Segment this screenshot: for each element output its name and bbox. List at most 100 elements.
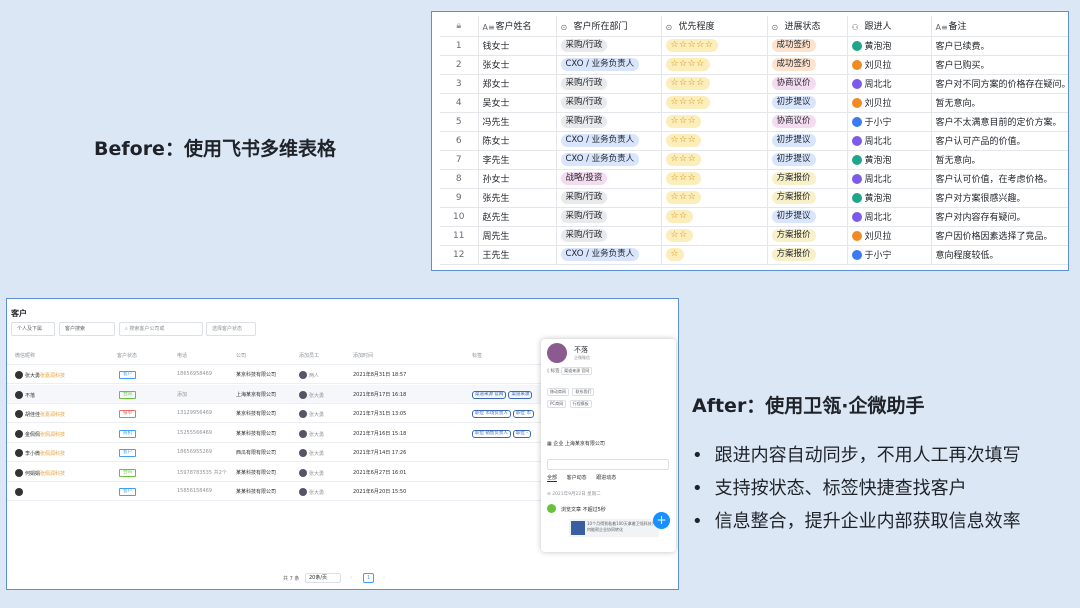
cell-note[interactable]: 客户已续费。 bbox=[931, 36, 1068, 56]
cell-dept[interactable]: 采购/行政 bbox=[556, 74, 662, 94]
cell-name[interactable]: 冯先生 bbox=[478, 112, 557, 132]
table-row[interactable]: 10 赵先生 采购/行政 ☆☆ 初步提议 周北北 客户对内容存有疑问。 bbox=[440, 207, 1068, 227]
cell-note[interactable]: 客户对内容存有疑问。 bbox=[931, 207, 1068, 227]
add-button[interactable]: + bbox=[653, 512, 670, 529]
cell-priority[interactable]: ☆ bbox=[661, 245, 768, 265]
cell-status[interactable]: 方案报价 bbox=[767, 226, 848, 246]
cell-owner[interactable]: 黄泡泡 bbox=[847, 150, 932, 170]
table-row[interactable]: 胡佳佳张嘉润科技 报单 13129956469 某京科技有限公司 张大勇 2021年7月3… bbox=[7, 404, 567, 423]
cell-owner[interactable]: 周北北 bbox=[847, 74, 932, 94]
cell-nickname[interactable]: 何娟娟张佩润科技 bbox=[15, 468, 65, 477]
cell-note[interactable]: 暂无意向。 bbox=[931, 150, 1068, 170]
table-row[interactable]: 2 张女士 CXO / 业务负责人 ☆☆☆☆ 成功签约 刘贝拉 客户已购买。 bbox=[440, 55, 1068, 75]
cell-note[interactable]: 客户认可价值，在考虑价格。 bbox=[931, 169, 1068, 189]
status-select[interactable]: 选择客户状态 bbox=[206, 322, 256, 336]
search-input[interactable]: ⌕ 搜索客户公司或 bbox=[119, 322, 203, 336]
cell-dept[interactable]: 采购/行政 bbox=[556, 188, 662, 208]
cell-dept[interactable]: 采购/行政 bbox=[556, 207, 662, 227]
table-row[interactable]: 6 陈女士 CXO / 业务负责人 ☆☆☆ 初步提议 周北北 客户认可产品的价值。 bbox=[440, 131, 1068, 151]
cell-owner[interactable]: 刘贝拉 bbox=[847, 55, 932, 75]
cell-nickname[interactable]: 金佩佩张佩润科技 bbox=[15, 429, 65, 438]
cell-note[interactable]: 客户已购买。 bbox=[931, 55, 1068, 75]
table-row[interactable]: 4 吴女士 采购/行政 ☆☆☆☆ 初步提议 刘贝拉 暂无意向。 bbox=[440, 93, 1068, 113]
cell-priority[interactable]: ☆☆☆☆ bbox=[661, 74, 768, 94]
panel-chip-contact[interactable]: 联系我们 bbox=[572, 388, 595, 396]
tab-all[interactable]: 全部 bbox=[547, 475, 558, 482]
table-row[interactable]: 1 钱女士 采购/行政 ☆☆☆☆☆ 成功签约 黄泡泡 客户已续费。 bbox=[440, 36, 1068, 56]
cell-name[interactable]: 张先生 bbox=[478, 188, 557, 208]
table-row[interactable]: 11 周先生 采购/行政 ☆☆ 方案报价 刘贝拉 客户因价格因素选择了竞品。 bbox=[440, 226, 1068, 246]
cell-status[interactable]: 方案报价 bbox=[767, 245, 848, 265]
scope-select[interactable]: 个人及下属 bbox=[11, 322, 55, 336]
table-row[interactable]: 张大勇张嘉润科技 客户 18656958469 某京科技有限公司 两人 2021年8月31… bbox=[7, 365, 567, 384]
col-header-priority[interactable]: ⊙ 优先程度 bbox=[661, 16, 768, 37]
cell-name[interactable]: 孙女士 bbox=[478, 169, 557, 189]
panel-chip-pc[interactable]: PC商网 bbox=[547, 400, 567, 408]
cell-name[interactable]: 钱女士 bbox=[478, 36, 557, 56]
cell-owner[interactable]: 黄泡泡 bbox=[847, 36, 932, 56]
table-row[interactable]: 5 冯先生 采购/行政 ☆☆☆ 协商议价 于小宁 客户不太满意目前的定价方案。 bbox=[440, 112, 1068, 132]
cell-nickname[interactable]: 张大勇张嘉润科技 bbox=[15, 371, 65, 379]
cell-nickname[interactable]: 不落 bbox=[15, 390, 35, 399]
label-chip[interactable]: 职位 市场负责人 bbox=[472, 410, 511, 418]
table-row[interactable]: 9 张先生 采购/行政 ☆☆☆ 方案报价 黄泡泡 客户对方案很感兴趣。 bbox=[440, 188, 1068, 208]
cell-nickname[interactable]: 李小微张佩润科技 bbox=[15, 449, 65, 457]
cell-status[interactable]: 方案报价 bbox=[767, 169, 848, 189]
cell-owner[interactable]: 刘贝拉 bbox=[847, 93, 932, 113]
cell-status[interactable]: 协商议价 bbox=[767, 112, 848, 132]
cell-dept[interactable]: CXO / 业务负责人 bbox=[556, 131, 662, 151]
label-chip[interactable]: 职位 销售负责人 bbox=[472, 429, 511, 438]
cell-name[interactable]: 王先生 bbox=[478, 245, 557, 265]
cell-owner[interactable]: 于小宁 bbox=[847, 245, 932, 265]
panel-chip-mobile[interactable]: 移动商网 bbox=[547, 388, 569, 396]
cell-owner[interactable]: 周北北 bbox=[847, 169, 932, 189]
col-header-owner[interactable]: ⚇ 跟进人 bbox=[847, 16, 932, 37]
cell-owner[interactable]: 周北北 bbox=[847, 131, 932, 151]
cell-owner[interactable]: 周北北 bbox=[847, 207, 932, 227]
cell-dept[interactable]: 采购/行政 bbox=[556, 93, 662, 113]
panel-article-card[interactable]: 10个月得到粘着100天拿着卫瓴科技为何能帮企业协同转化 bbox=[569, 519, 659, 537]
panel-tag-chip[interactable]: 渠道来源 官网 bbox=[561, 367, 593, 375]
cell-name[interactable]: 赵先生 bbox=[478, 207, 557, 227]
prev-page-icon[interactable]: ‹ bbox=[350, 575, 352, 581]
cell-status[interactable]: 成功签约 bbox=[767, 55, 848, 75]
panel-follow-input[interactable] bbox=[547, 459, 669, 470]
page-size-select[interactable]: 20条/页 bbox=[305, 573, 341, 583]
cell-priority[interactable]: ☆☆ bbox=[661, 207, 768, 227]
cell-dept[interactable]: CXO / 业务负责人 bbox=[556, 55, 662, 75]
cell-priority[interactable]: ☆☆☆ bbox=[661, 169, 768, 189]
label-chip[interactable]: 渠道来源 bbox=[508, 390, 533, 399]
table-row[interactable]: 3 郑女士 采购/行政 ☆☆☆☆ 协商议价 周北北 客户对不同方案的价格存在疑问。 bbox=[440, 74, 1068, 94]
cell-note[interactable]: 客户对不同方案的价格存在疑问。 bbox=[931, 74, 1068, 94]
cell-name[interactable]: 郑女士 bbox=[478, 74, 557, 94]
tab-follow-activity[interactable]: 跟进动态 bbox=[596, 475, 616, 481]
label-chip[interactable]: 职位 市 bbox=[512, 410, 534, 418]
cell-note[interactable]: 意向程度较低。 bbox=[931, 245, 1068, 265]
cell-status[interactable]: 初步提议 bbox=[767, 150, 848, 170]
cell-priority[interactable]: ☆☆☆☆ bbox=[661, 93, 768, 113]
cell-nickname[interactable] bbox=[15, 488, 25, 496]
cell-priority[interactable]: ☆☆ bbox=[661, 226, 768, 246]
table-row[interactable]: 8 孙女士 战略/投资 ☆☆☆ 方案报价 周北北 客户认可价值，在考虑价格。 bbox=[440, 169, 1068, 189]
label-chip[interactable]: 职位 - bbox=[512, 429, 531, 438]
cell-note[interactable]: 暂无意向。 bbox=[931, 93, 1068, 113]
table-row[interactable]: 何娟娟张佩润科技 合同 15978783535 共2个 某某科技有限公司 张大勇 2021… bbox=[7, 463, 567, 482]
cell-owner[interactable]: 刘贝拉 bbox=[847, 226, 932, 246]
cell-note[interactable]: 客户对方案很感兴趣。 bbox=[931, 188, 1068, 208]
col-header-name[interactable]: A≡客户姓名 bbox=[478, 16, 557, 37]
page-button[interactable]: 1 bbox=[363, 573, 375, 583]
next-page-icon[interactable]: › bbox=[383, 575, 385, 581]
tab-customer-activity[interactable]: 客户动态 bbox=[567, 475, 587, 481]
panel-chip-template[interactable]: 行程模板 bbox=[569, 400, 592, 408]
table-row[interactable]: 12 王先生 CXO / 业务负责人 ☆ 方案报价 于小宁 意向程度较低。 bbox=[440, 245, 1068, 265]
col-header-status[interactable]: ⊙ 进展状态 bbox=[767, 16, 848, 37]
cell-priority[interactable]: ☆☆☆ bbox=[661, 112, 768, 132]
cell-status[interactable]: 初步提议 bbox=[767, 93, 848, 113]
cell-priority[interactable]: ☆☆☆ bbox=[661, 150, 768, 170]
cell-name[interactable]: 张女士 bbox=[478, 55, 557, 75]
table-row[interactable]: 李小微张佩润科技 客户 18656955269 西瓜有限有限公司 张大勇 2021年7月1… bbox=[7, 443, 567, 462]
cell-dept[interactable]: CXO / 业务负责人 bbox=[556, 245, 662, 265]
cell-dept[interactable]: 采购/行政 bbox=[556, 112, 662, 132]
table-row[interactable]: 客户 15856158469 某某科技有限公司 张大勇 2021年6月20日 15:50 bbox=[7, 482, 567, 501]
cell-priority[interactable]: ☆☆☆☆☆ bbox=[661, 36, 768, 56]
